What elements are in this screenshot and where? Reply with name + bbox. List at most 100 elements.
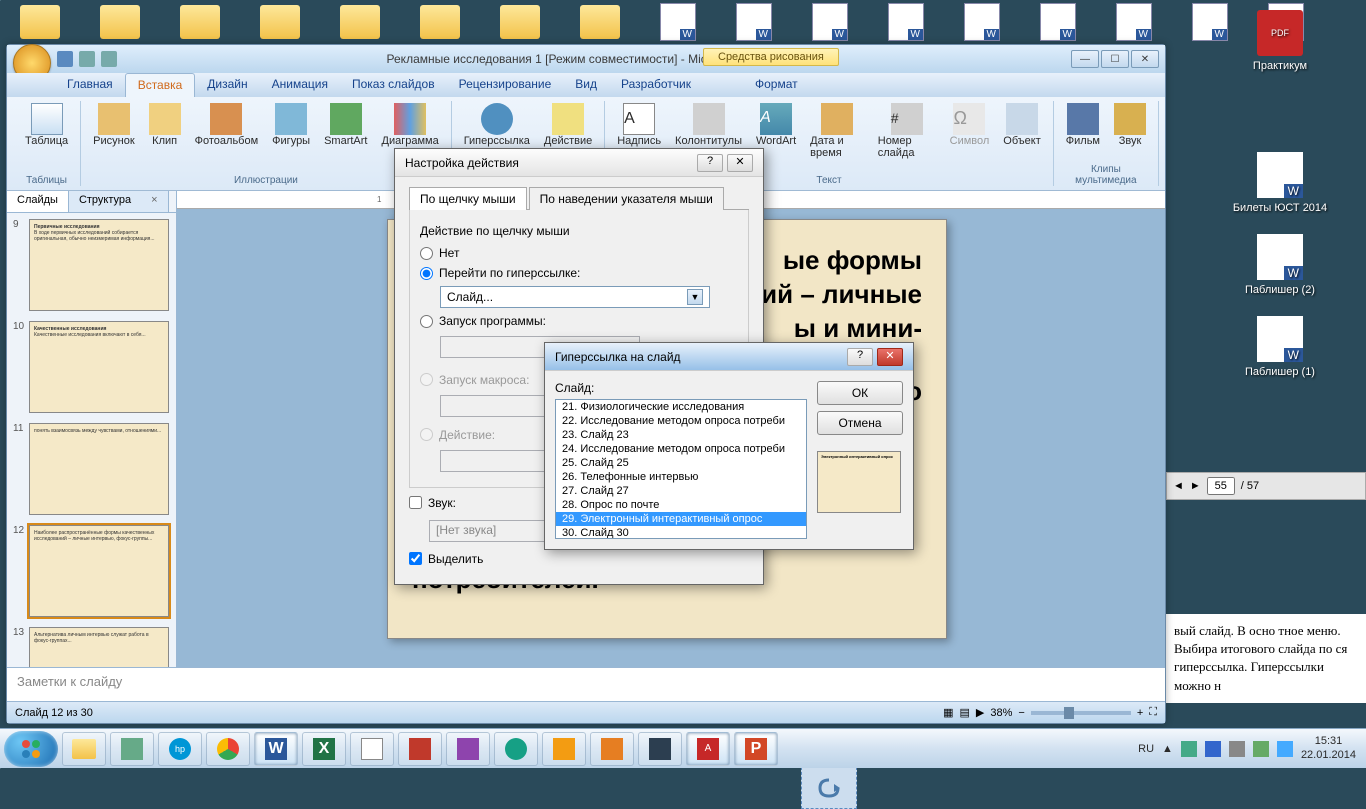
pdf-page-input[interactable]	[1207, 477, 1235, 495]
taskbar-explorer[interactable]	[62, 732, 106, 766]
ribbon-shapes[interactable]: Фигуры	[268, 101, 314, 149]
checkbox-sound[interactable]	[409, 496, 422, 509]
dialog-title-bar[interactable]: Настройка действия ? ✕	[395, 149, 763, 177]
desktop-icon-doc[interactable]: Паблишер (2)	[1204, 234, 1356, 296]
desktop-icon-doc[interactable]: Паблишер (1)	[1204, 316, 1356, 378]
taskbar-app[interactable]	[494, 732, 538, 766]
slide-thumbnail[interactable]: 12Наиболее распространённые формы качест…	[13, 525, 170, 617]
taskbar-paint[interactable]	[350, 732, 394, 766]
tray-wifi-icon[interactable]	[1277, 741, 1293, 757]
ok-button[interactable]: ОК	[817, 381, 903, 405]
ribbon-photoalbum[interactable]: Фотоальбом	[191, 101, 263, 149]
tray-bluetooth-icon[interactable]	[1205, 741, 1221, 757]
word-doc-icon[interactable]	[1116, 3, 1152, 41]
ribbon-slidenumber[interactable]: #Номер слайда	[874, 101, 940, 161]
folder-icon[interactable]	[100, 5, 140, 39]
zoom-in-icon[interactable]: +	[1137, 707, 1143, 719]
taskbar-app[interactable]	[590, 732, 634, 766]
list-item[interactable]: 24. Исследование методом опроса потреби	[556, 442, 806, 456]
close-panel-icon[interactable]: ×	[151, 194, 157, 206]
folder-icon[interactable]	[180, 5, 220, 39]
word-doc-icon[interactable]	[964, 3, 1000, 41]
ribbon-object[interactable]: Объект	[999, 101, 1044, 161]
folder-icon[interactable]	[260, 5, 300, 39]
radio-hyperlink[interactable]	[420, 267, 433, 280]
tab-developer[interactable]: Разработчик	[609, 73, 703, 97]
tab-slides[interactable]: Слайды	[7, 191, 69, 212]
list-item[interactable]: 28. Опрос по почте	[556, 498, 806, 512]
fit-window-icon[interactable]: ⛶	[1149, 706, 1157, 719]
taskbar-hp[interactable]: hp	[158, 732, 202, 766]
desktop-icon-doc[interactable]: Билеты ЮСТ 2014	[1204, 152, 1356, 214]
list-item[interactable]: 26. Телефонные интервью	[556, 470, 806, 484]
tab-design[interactable]: Дизайн	[195, 73, 259, 97]
tray-battery-icon[interactable]	[1253, 741, 1269, 757]
list-item[interactable]: 27. Слайд 27	[556, 484, 806, 498]
nav-next-icon[interactable]: ►	[1190, 480, 1201, 492]
taskbar-acrobat[interactable]: A	[686, 732, 730, 766]
taskbar-chrome[interactable]	[206, 732, 250, 766]
ribbon-sound[interactable]: Звук	[1110, 101, 1150, 149]
ribbon-action[interactable]: Действие	[540, 101, 596, 149]
tab-slideshow[interactable]: Показ слайдов	[340, 73, 447, 97]
tab-view[interactable]: Вид	[563, 73, 609, 97]
start-button[interactable]	[4, 731, 58, 767]
taskbar-app[interactable]	[542, 732, 586, 766]
tray-network-icon[interactable]	[1181, 741, 1197, 757]
taskbar-word[interactable]: W	[254, 732, 298, 766]
folder-icon[interactable]	[580, 5, 620, 39]
language-indicator[interactable]: RU	[1138, 743, 1154, 755]
word-doc-icon[interactable]	[812, 3, 848, 41]
taskbar-powerpoint[interactable]: P	[734, 732, 778, 766]
help-button[interactable]: ?	[697, 154, 723, 172]
view-sorter-icon[interactable]: ▤	[960, 706, 970, 719]
clock[interactable]: 15:31 22.01.2014	[1301, 735, 1356, 761]
help-button[interactable]: ?	[847, 348, 873, 366]
word-doc-icon[interactable]	[660, 3, 696, 41]
slide-thumbnail[interactable]: 10Качественные исследованияКачественные …	[13, 321, 170, 413]
tab-home[interactable]: Главная	[55, 73, 125, 97]
tab-insert[interactable]: Вставка	[125, 73, 196, 97]
slide-listbox[interactable]: 21. Физиологические исследования22. Иссл…	[555, 399, 807, 539]
tab-on-hover[interactable]: По наведении указателя мыши	[529, 187, 724, 210]
folder-icon[interactable]	[20, 5, 60, 39]
cancel-button[interactable]: Отмена	[817, 411, 903, 435]
thumbnail-list[interactable]: 9Первичные исследованияВ ходе первичных …	[7, 213, 176, 667]
tray-flag-icon[interactable]: ▲	[1162, 743, 1173, 755]
close-button[interactable]: ✕	[727, 154, 753, 172]
ribbon-datetime[interactable]: Дата и время	[806, 101, 868, 161]
maximize-button[interactable]: ☐	[1101, 50, 1129, 68]
taskbar-app[interactable]	[398, 732, 442, 766]
list-item[interactable]: 30. Слайд 30	[556, 526, 806, 539]
slide-thumbnail[interactable]: 9Первичные исследованияВ ходе первичных …	[13, 219, 170, 311]
taskbar-excel[interactable]: X	[302, 732, 346, 766]
ribbon-table[interactable]: Таблица	[21, 101, 72, 149]
folder-icon[interactable]	[500, 5, 540, 39]
redo-icon[interactable]	[101, 51, 117, 67]
tab-on-click[interactable]: По щелчку мыши	[409, 187, 527, 210]
desktop-icon-pdf[interactable]: PDFПрактикум	[1204, 10, 1356, 72]
tray-volume-icon[interactable]	[1229, 741, 1245, 757]
save-icon[interactable]	[57, 51, 73, 67]
list-item[interactable]: 29. Электронный интерактивный опрос	[556, 512, 806, 526]
folder-icon[interactable]	[420, 5, 460, 39]
folder-icon[interactable]	[340, 5, 380, 39]
ribbon-smartart[interactable]: SmartArt	[320, 101, 371, 149]
radio-none[interactable]	[420, 247, 433, 260]
nav-prev-icon[interactable]: ◄	[1173, 480, 1184, 492]
tab-review[interactable]: Рецензирование	[447, 73, 564, 97]
word-doc-icon[interactable]	[1040, 3, 1076, 41]
view-normal-icon[interactable]: ▦	[943, 706, 953, 719]
list-item[interactable]: 21. Физиологические исследования	[556, 400, 806, 414]
minimize-button[interactable]: —	[1071, 50, 1099, 68]
dropdown-arrow-icon[interactable]: ▼	[687, 289, 703, 305]
tab-animation[interactable]: Анимация	[260, 73, 340, 97]
list-item[interactable]: 25. Слайд 25	[556, 456, 806, 470]
ribbon-movie[interactable]: Фильм	[1062, 101, 1104, 149]
slide-thumbnail[interactable]: 11понять взаимосвязь между чувствами, от…	[13, 423, 170, 515]
checkbox-highlight[interactable]	[409, 552, 422, 565]
zoom-slider[interactable]	[1031, 711, 1131, 715]
word-doc-icon[interactable]	[888, 3, 924, 41]
selected-shape[interactable]	[801, 767, 857, 809]
close-button[interactable]: ✕	[1131, 50, 1159, 68]
